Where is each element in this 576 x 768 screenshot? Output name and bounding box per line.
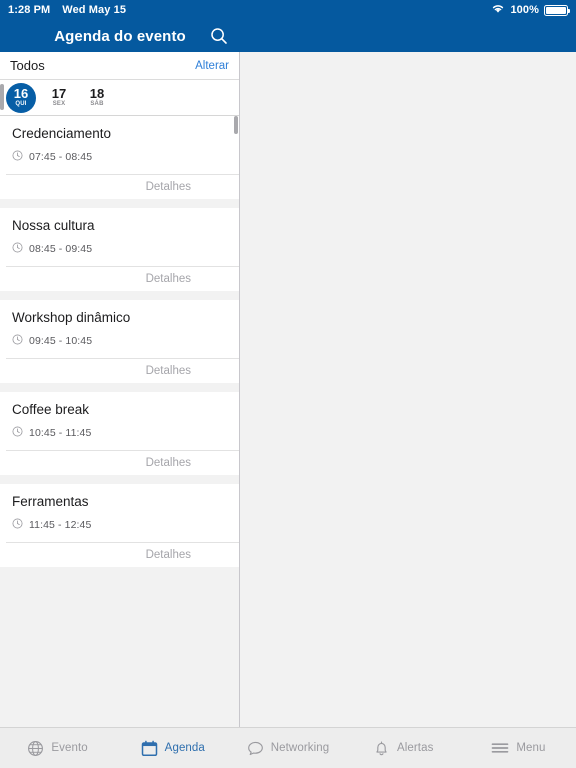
date-pill-17[interactable]: 17 SEX: [44, 83, 74, 113]
session-time-row: 08:45 - 09:45: [12, 240, 227, 258]
date-day-number: 16: [13, 86, 29, 101]
search-icon[interactable]: [208, 25, 230, 47]
bell-icon: [373, 740, 390, 757]
session-details-button[interactable]: Detalhes: [6, 542, 239, 567]
session-summary[interactable]: Credenciamento 07:45 - 08:45: [0, 116, 239, 174]
session-details-button[interactable]: Detalhes: [6, 266, 239, 291]
status-date: Wed May 15: [62, 4, 127, 16]
session-time-row: 10:45 - 11:45: [12, 424, 227, 442]
session-time-row: 09:45 - 10:45: [12, 332, 227, 350]
session-detail-panel: [240, 52, 576, 727]
tab-label: Alertas: [396, 742, 434, 754]
session-list-scrollbar[interactable]: [234, 116, 238, 134]
session-summary[interactable]: Coffee break 10:45 - 11:45: [0, 392, 239, 450]
list-item[interactable]: Coffee break 10:45 - 11:45 Detalhes: [0, 392, 239, 475]
date-pill-16[interactable]: 16 QUI: [6, 82, 36, 113]
filter-bar: Todos Alterar: [0, 52, 239, 80]
session-time: 07:45 - 08:45: [29, 151, 93, 163]
hamburger-icon: [491, 741, 509, 755]
session-summary[interactable]: Nossa cultura 08:45 - 09:45: [0, 208, 239, 266]
battery-icon: [544, 4, 570, 16]
split-view: Todos Alterar 16 QUI 17 SEX 18 SÁB Crede…: [0, 52, 576, 727]
date-weekday: SEX: [52, 101, 66, 107]
navigation-bar-master-side: Agenda do evento: [0, 20, 240, 52]
tab-label: Evento: [51, 742, 88, 754]
session-title: Nossa cultura: [12, 218, 95, 233]
clock-icon: [12, 424, 23, 442]
list-item[interactable]: Credenciamento 07:45 - 08:45 Detalhes: [0, 116, 239, 199]
date-strip-scrollbar[interactable]: [0, 84, 4, 110]
session-title: Coffee break: [12, 402, 90, 417]
session-details-button[interactable]: Detalhes: [6, 358, 239, 383]
tab-menu[interactable]: Menu: [461, 728, 576, 768]
session-time: 10:45 - 11:45: [29, 427, 92, 439]
session-time: 11:45 - 12:45: [29, 519, 92, 531]
details-label: Detalhes: [145, 549, 191, 561]
date-day-number: 17: [51, 86, 67, 101]
details-label: Detalhes: [145, 181, 191, 193]
tab-evento[interactable]: Evento: [0, 728, 115, 768]
clock-icon: [12, 240, 23, 258]
details-label: Detalhes: [145, 365, 191, 377]
date-weekday: SÁB: [90, 101, 104, 107]
list-item[interactable]: Ferramentas 11:45 - 12:45 Detalhes: [0, 484, 239, 567]
clock-icon: [12, 148, 23, 166]
navigation-bar: Agenda do evento: [0, 20, 576, 52]
date-pill-18[interactable]: 18 SÁB: [82, 83, 112, 113]
session-time-row: 07:45 - 08:45: [12, 148, 227, 166]
tab-agenda[interactable]: Agenda: [115, 728, 230, 768]
battery-percent-label: 100%: [510, 4, 539, 16]
session-time-row: 11:45 - 12:45: [12, 516, 227, 534]
change-filter-link[interactable]: Alterar: [195, 60, 229, 72]
clock-icon: [12, 332, 23, 350]
tab-label: Agenda: [164, 742, 205, 754]
date-selector[interactable]: 16 QUI 17 SEX 18 SÁB: [0, 80, 239, 116]
wifi-icon: [491, 3, 505, 17]
status-bar: 1:28 PM Wed May 15 100%: [0, 0, 576, 20]
details-label: Detalhes: [145, 273, 191, 285]
status-time: 1:28 PM: [8, 4, 51, 16]
details-label: Detalhes: [145, 457, 191, 469]
date-day-number: 18: [89, 86, 105, 101]
list-item[interactable]: Workshop dinâmico 09:45 - 10:45 Detalhes: [0, 300, 239, 383]
session-summary[interactable]: Workshop dinâmico 09:45 - 10:45: [0, 300, 239, 358]
session-title: Workshop dinâmico: [12, 310, 131, 325]
filter-label: Todos: [10, 58, 45, 73]
chat-bubble-icon: [247, 740, 264, 757]
status-bar-right: 100%: [491, 3, 570, 17]
app-root: 1:28 PM Wed May 15 100% Agenda do evento: [0, 0, 576, 768]
session-time: 08:45 - 09:45: [29, 243, 93, 255]
tab-label: Menu: [516, 742, 546, 754]
tab-networking[interactable]: Networking: [230, 728, 345, 768]
session-title: Credenciamento: [12, 126, 112, 141]
page-title: Agenda do evento: [54, 27, 186, 45]
agenda-master-panel: Todos Alterar 16 QUI 17 SEX 18 SÁB Crede…: [0, 52, 240, 727]
date-weekday: QUI: [15, 101, 27, 107]
session-details-button[interactable]: Detalhes: [6, 450, 239, 475]
tab-alertas[interactable]: Alertas: [346, 728, 461, 768]
session-title: Ferramentas: [12, 494, 89, 509]
session-summary[interactable]: Ferramentas 11:45 - 12:45: [0, 484, 239, 542]
status-bar-left: 1:28 PM Wed May 15: [8, 4, 126, 16]
globe-icon: [27, 740, 44, 757]
tab-bar: Evento Agenda Networking Alertas Menu: [0, 727, 576, 768]
session-time: 09:45 - 10:45: [29, 335, 93, 347]
list-item[interactable]: Nossa cultura 08:45 - 09:45 Detalhes: [0, 208, 239, 291]
tab-label: Networking: [270, 742, 330, 754]
session-details-button[interactable]: Detalhes: [6, 174, 239, 199]
calendar-icon: [141, 740, 158, 757]
clock-icon: [12, 516, 23, 534]
session-list[interactable]: Credenciamento 07:45 - 08:45 Detalhes No…: [0, 116, 239, 727]
